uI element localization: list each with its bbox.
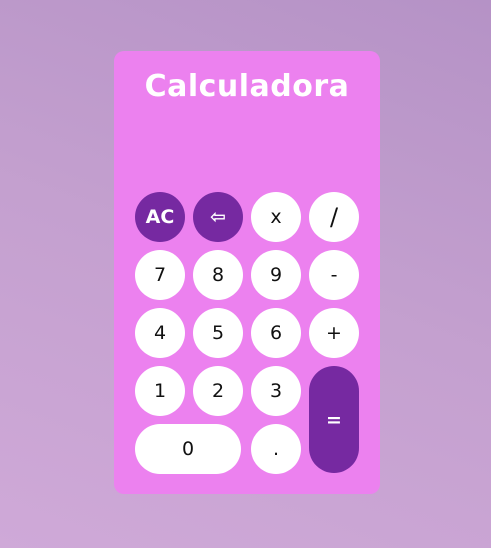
app-title: Calculadora	[144, 69, 350, 104]
digit-9-button[interactable]: 9	[251, 250, 301, 300]
digit-1-button[interactable]: 1	[135, 366, 185, 416]
digit-8-button[interactable]: 8	[193, 250, 243, 300]
digit-4-button[interactable]: 4	[135, 308, 185, 358]
clear-button[interactable]: AC	[135, 192, 185, 242]
decimal-button[interactable]: .	[251, 424, 301, 474]
digit-6-button[interactable]: 6	[251, 308, 301, 358]
calculator-display	[134, 137, 360, 189]
backspace-button[interactable]: ⇦	[193, 192, 243, 242]
multiply-button[interactable]: x	[251, 192, 301, 242]
digit-7-button[interactable]: 7	[135, 250, 185, 300]
minus-button[interactable]: -	[309, 250, 359, 300]
calculator-panel: Calculadora AC ⇦ x / 7 8 9 - 4 5 6 + 1 2…	[114, 51, 380, 494]
plus-button[interactable]: +	[309, 308, 359, 358]
equals-button[interactable]: =	[309, 366, 359, 473]
digit-3-button[interactable]: 3	[251, 366, 301, 416]
divide-button[interactable]: /	[309, 192, 359, 242]
digit-0-button[interactable]: 0	[135, 424, 241, 474]
digit-5-button[interactable]: 5	[193, 308, 243, 358]
backspace-icon: ⇦	[210, 206, 226, 228]
digit-2-button[interactable]: 2	[193, 366, 243, 416]
